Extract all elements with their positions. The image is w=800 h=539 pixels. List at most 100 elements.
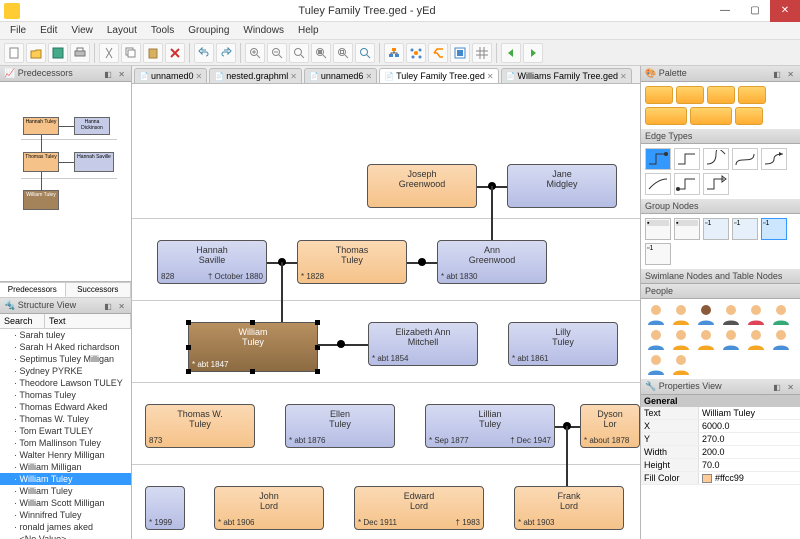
person-icon[interactable] — [770, 328, 792, 350]
person-icon[interactable] — [645, 303, 667, 325]
predecessors-tab[interactable]: Predecessors — [0, 283, 66, 297]
node-jane[interactable]: Jane Midgley — [507, 164, 617, 208]
edge-swatch[interactable] — [761, 148, 787, 170]
group-swatch[interactable]: ▪ — [674, 218, 700, 240]
node-ann[interactable]: Ann Greenwood* abt 1830 — [437, 240, 547, 284]
open-button[interactable] — [26, 43, 46, 63]
person-icon[interactable] — [645, 328, 667, 350]
property-row[interactable]: X6000.0 — [641, 420, 800, 433]
group-swatch[interactable]: ▪ — [645, 218, 671, 240]
graph-canvas[interactable]: Joseph Greenwood Jane Midgley Hannah Sav… — [132, 84, 640, 539]
properties-grid[interactable]: General TextWilliam TuleyX6000.0Y270.0Wi… — [641, 395, 800, 539]
zoom-area-button[interactable] — [289, 43, 309, 63]
tab-close-icon[interactable]: ✕ — [487, 72, 494, 81]
node-dyson[interactable]: Dyson Lor* about 1878 — [580, 404, 640, 448]
zoom-fit-button[interactable] — [333, 43, 353, 63]
layout-organic-button[interactable] — [406, 43, 426, 63]
palette-header[interactable]: 🎨 Palette◧ ✕ — [641, 66, 800, 82]
pane-close-icon[interactable]: ✕ — [785, 70, 796, 79]
tree-row[interactable]: · William Milligan — [0, 461, 131, 473]
palette-people[interactable] — [641, 299, 800, 379]
node-frank[interactable]: Frank Lord* abt 1903 — [514, 486, 624, 530]
pane-pin-icon[interactable]: ◧ — [102, 70, 114, 79]
property-row[interactable]: Fill Color#ffcc99 — [641, 472, 800, 485]
node-hannah[interactable]: Hannah Saville828† October 1880 — [157, 240, 267, 284]
node-thomas[interactable]: Thomas Tuley* 1828 — [297, 240, 407, 284]
undo-button[interactable] — [194, 43, 214, 63]
shape-swatch[interactable] — [735, 107, 763, 125]
doc-tab[interactable]: 📄unnamed0✕ — [134, 68, 207, 83]
layout-ortho-button[interactable] — [428, 43, 448, 63]
predecessors-header[interactable]: 📈 Predecessors ◧ ✕ — [0, 66, 131, 82]
tab-close-icon[interactable]: ✕ — [620, 72, 627, 81]
node-l1[interactable]: * 1999 — [145, 486, 185, 530]
node-lillian[interactable]: Lillian Tuley* Sep 1877† Dec 1947 — [425, 404, 555, 448]
shape-swatch[interactable] — [676, 86, 704, 104]
menu-help[interactable]: Help — [292, 24, 325, 37]
overview-preview[interactable]: Hannah Tuley Hanna Dickinson Thomas Tule… — [0, 82, 131, 282]
tab-close-icon[interactable]: ✕ — [196, 72, 203, 81]
menu-edit[interactable]: Edit — [34, 24, 63, 37]
maximize-button[interactable]: ▢ — [740, 0, 770, 22]
tree-row[interactable]: · ronald james aked — [0, 521, 131, 533]
swimlane-header[interactable]: Swimlane Nodes and Table Nodes — [641, 269, 800, 284]
save-button[interactable] — [48, 43, 68, 63]
copy-button[interactable] — [121, 43, 141, 63]
shape-swatch[interactable] — [707, 86, 735, 104]
group-swatch[interactable]: ▫1 — [703, 218, 729, 240]
edge-swatch[interactable] — [703, 148, 729, 170]
person-icon[interactable] — [745, 328, 767, 350]
node-edward[interactable]: Edward Lord* Dec 1911† 1983 — [354, 486, 484, 530]
tree-row[interactable]: · Theodore Lawson TULEY — [0, 377, 131, 389]
palette-shapes[interactable] — [641, 82, 800, 129]
menu-tools[interactable]: Tools — [145, 24, 180, 37]
structure-tree[interactable]: · Sarah tuley· Sarah H Aked richardson· … — [0, 329, 131, 539]
doc-tab[interactable]: 📄nested.graphml✕ — [209, 68, 302, 83]
tree-row[interactable]: · Septimus Tuley Milligan — [0, 353, 131, 365]
group-nodes-header[interactable]: Group Nodes — [641, 199, 800, 214]
prev-layout-button[interactable] — [501, 43, 521, 63]
group-swatch[interactable]: ▫1 — [645, 243, 671, 265]
doc-tab[interactable]: 📄Tuley Family Tree.ged✕ — [379, 68, 498, 83]
tree-row[interactable]: · Thomas Tuley — [0, 389, 131, 401]
person-icon[interactable] — [645, 353, 667, 375]
tree-row[interactable]: · Winnifred Tuley — [0, 509, 131, 521]
pane-close-icon[interactable]: ✕ — [116, 302, 127, 311]
close-button[interactable]: ✕ — [770, 0, 800, 22]
edge-swatch[interactable] — [674, 173, 700, 195]
shape-swatch[interactable] — [645, 107, 687, 125]
zoom-out-button[interactable] — [267, 43, 287, 63]
group-swatch[interactable]: ▫1 — [761, 218, 787, 240]
pane-pin-icon[interactable]: ◧ — [771, 383, 783, 392]
zoom-in-button[interactable] — [245, 43, 265, 63]
doc-tab[interactable]: 📄Williams Family Tree.ged✕ — [501, 68, 632, 83]
person-icon[interactable] — [670, 303, 692, 325]
menu-grouping[interactable]: Grouping — [182, 24, 235, 37]
structure-view-header[interactable]: 🔩 Structure View ◧ ✕ — [0, 298, 131, 314]
property-row[interactable]: TextWilliam Tuley — [641, 407, 800, 420]
palette-edges[interactable] — [641, 144, 800, 199]
next-layout-button[interactable] — [523, 43, 543, 63]
node-john[interactable]: John Lord* abt 1906 — [214, 486, 324, 530]
tree-row[interactable]: · Sarah tuley — [0, 329, 131, 341]
properties-header[interactable]: 🔧 Properties View◧ ✕ — [641, 379, 800, 395]
tree-row[interactable]: · Thomas Edward Aked — [0, 401, 131, 413]
new-button[interactable] — [4, 43, 24, 63]
tree-row[interactable]: · Sarah H Aked richardson — [0, 341, 131, 353]
menu-layout[interactable]: Layout — [101, 24, 143, 37]
group-swatch[interactable]: ▫1 — [732, 218, 758, 240]
tree-row[interactable]: · Walter Henry Milligan — [0, 449, 131, 461]
person-icon[interactable] — [720, 303, 742, 325]
pane-pin-icon[interactable]: ◧ — [771, 70, 783, 79]
node-joseph[interactable]: Joseph Greenwood — [367, 164, 477, 208]
edge-swatch[interactable] — [703, 173, 729, 195]
person-icon[interactable] — [695, 303, 717, 325]
person-icon[interactable] — [720, 328, 742, 350]
zoom-100-button[interactable] — [311, 43, 331, 63]
layout-hier-button[interactable] — [384, 43, 404, 63]
shape-swatch[interactable] — [690, 107, 732, 125]
property-row[interactable]: Height70.0 — [641, 459, 800, 472]
cut-button[interactable] — [99, 43, 119, 63]
edge-swatch[interactable] — [645, 148, 671, 170]
node-lilly[interactable]: Lilly Tuley* abt 1861 — [508, 322, 618, 366]
